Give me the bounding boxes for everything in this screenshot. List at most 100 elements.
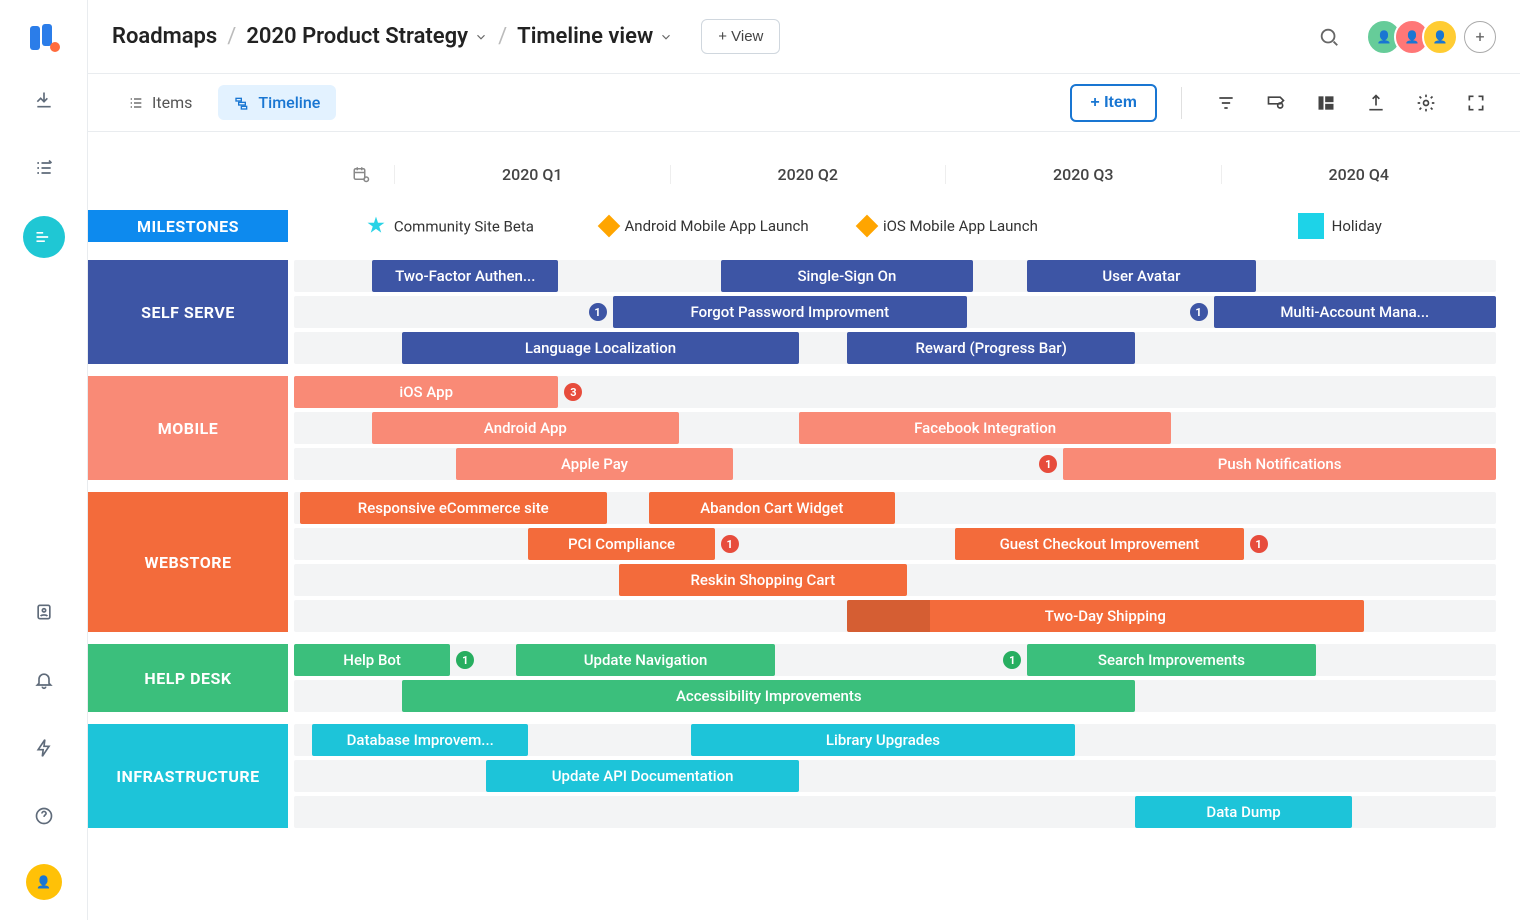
bar-label: User Avatar [1102, 267, 1180, 285]
tab-items-label: Items [152, 93, 192, 112]
swimlane: INFRASTRUCTUREDatabase Improvem...Librar… [88, 724, 1496, 828]
export-icon[interactable] [1366, 93, 1386, 113]
timeline-bar[interactable]: PCI Compliance [528, 528, 714, 560]
timeline-bar[interactable]: Apple Pay [456, 448, 732, 480]
timeline-bar[interactable]: Responsive eCommerce site [300, 492, 607, 524]
filter-icon[interactable] [1216, 93, 1236, 113]
add-view-button[interactable]: + View [701, 19, 780, 54]
quarter-header: 2020 Q3 [945, 165, 1221, 184]
bar-label: Apple Pay [561, 455, 628, 473]
bar-label: Single-Sign On [797, 267, 896, 285]
timeline-bar[interactable]: Two-Factor Authen... [372, 260, 558, 292]
breadcrumb-doc[interactable]: 2020 Product Strategy [246, 24, 488, 49]
tab-items[interactable]: Items [112, 85, 208, 120]
bar-label: Reskin Shopping Cart [690, 571, 835, 589]
timeline-bar[interactable]: Forgot Password Improvment [613, 296, 968, 328]
timeline-bar[interactable]: Single-Sign On [721, 260, 973, 292]
bar-label: Multi-Account Mana... [1280, 303, 1429, 321]
contacts-icon[interactable] [24, 592, 64, 632]
timeline-bar[interactable]: iOS App [294, 376, 558, 408]
timeline-bar[interactable]: Database Improvem... [312, 724, 528, 756]
breadcrumb-view[interactable]: Timeline view [517, 24, 673, 49]
bar-label: Reward (Progress Bar) [915, 339, 1066, 357]
timeline-bar[interactable]: Accessibility Improvements [402, 680, 1135, 712]
timeline-bar[interactable]: Update API Documentation [486, 760, 799, 792]
timeline-bar[interactable]: Search Improvements [1027, 644, 1315, 676]
timeline-canvas: 2020 Q12020 Q22020 Q32020 Q4 MILESTONES … [88, 132, 1520, 920]
milestone-item[interactable]: iOS Mobile App Launch [859, 217, 1038, 235]
milestone-item[interactable]: Holiday [1298, 213, 1382, 239]
add-collaborator-button[interactable]: + [1464, 21, 1496, 53]
count-badge: 1 [1250, 535, 1268, 553]
milestone-item[interactable]: Android Mobile App Launch [601, 217, 809, 235]
bar-label: Two-Day Shipping [1045, 607, 1166, 625]
current-user-avatar[interactable]: 👤 [26, 864, 62, 900]
count-badge: 1 [721, 535, 739, 553]
tab-timeline[interactable]: Timeline [218, 85, 336, 120]
bolt-icon[interactable] [24, 728, 64, 768]
count-badge: 1 [589, 303, 607, 321]
app-logo[interactable] [30, 24, 58, 52]
bar-label: Responsive eCommerce site [358, 499, 549, 517]
breadcrumb-separator: / [498, 24, 507, 49]
roadmap-icon[interactable] [23, 216, 65, 258]
lane-label: MOBILE [88, 376, 288, 480]
avatar[interactable]: 👤 [1422, 19, 1458, 55]
list-icon [128, 95, 144, 111]
timeline-bar[interactable]: Library Upgrades [691, 724, 1076, 756]
layout-icon[interactable] [1316, 93, 1336, 113]
add-item-button[interactable]: + Item [1070, 84, 1157, 122]
help-icon[interactable] [24, 796, 64, 836]
timeline-bar[interactable]: Android App [372, 412, 679, 444]
timeline-bar[interactable]: Multi-Account Mana... [1214, 296, 1496, 328]
lane-body: iOS App 3 Android App Facebook Integration A… [294, 376, 1496, 480]
bar-label: Facebook Integration [914, 419, 1056, 437]
bar-label: Language Localization [525, 339, 676, 357]
count-badge: 1 [1039, 455, 1057, 473]
lane-label: SELF SERVE [88, 260, 288, 364]
timeline-header: 2020 Q12020 Q22020 Q32020 Q4 [88, 156, 1496, 192]
inbox-icon[interactable] [24, 80, 64, 120]
fullscreen-icon[interactable] [1466, 93, 1486, 113]
timeline-bar[interactable]: Reward (Progress Bar) [847, 332, 1135, 364]
tab-timeline-label: Timeline [258, 93, 320, 112]
breadcrumb-separator: / [227, 24, 236, 49]
milestone-label: Community Site Beta [394, 217, 534, 235]
bar-label: Push Notifications [1218, 455, 1342, 473]
search-icon[interactable] [1318, 26, 1340, 48]
calendar-settings-icon[interactable] [352, 165, 370, 183]
track: PCI Compliance 1 Guest Checkout Improvemen… [294, 528, 1496, 560]
timeline-bar[interactable]: Update Navigation [516, 644, 774, 676]
timeline-bar[interactable]: Guest Checkout Improvement [955, 528, 1243, 560]
timeline-bar[interactable]: Reskin Shopping Cart [619, 564, 907, 596]
timeline-bar[interactable]: Facebook Integration [799, 412, 1172, 444]
count-badge: 3 [564, 383, 582, 401]
notifications-icon[interactable] [24, 660, 64, 700]
swimlane: MOBILEiOS App 3 Android App Facebook Integr… [88, 376, 1496, 480]
bar-label: Data Dump [1206, 803, 1280, 821]
bar-label: Update API Documentation [552, 767, 734, 785]
timeline-icon [234, 95, 250, 111]
timeline-bar[interactable]: Help Bot [294, 644, 450, 676]
timeline-bar[interactable]: Data Dump [1135, 796, 1351, 828]
breadcrumb-root[interactable]: Roadmaps [112, 24, 217, 49]
lane-body: Two-Factor Authen... Single-Sign On User A… [294, 260, 1496, 364]
bar-label: Library Upgrades [826, 731, 940, 749]
bar-label: Database Improvem... [347, 731, 494, 749]
track: Language Localization Reward (Progress Ba… [294, 332, 1496, 364]
milestone-item[interactable]: ★Community Site Beta [366, 214, 534, 239]
bar-label: Two-Factor Authen... [395, 267, 535, 285]
timeline-bar[interactable]: Two-Day Shipping [847, 600, 1364, 632]
list-check-icon[interactable] [24, 148, 64, 188]
timeline-bar[interactable]: Push Notifications [1063, 448, 1496, 480]
tag-icon[interactable] [1266, 93, 1286, 113]
gear-icon[interactable] [1416, 93, 1436, 113]
lane-body: Responsive eCommerce site Abandon Cart Wi… [294, 492, 1496, 632]
diamond-icon [597, 215, 620, 238]
timeline-bar[interactable]: User Avatar [1027, 260, 1255, 292]
track: iOS App 3 [294, 376, 1496, 408]
timeline-bar[interactable]: Abandon Cart Widget [649, 492, 895, 524]
lane-body: Help Bot1Update NavigationSearch Improve… [294, 644, 1496, 712]
timeline-bar[interactable]: Language Localization [402, 332, 799, 364]
chevron-down-icon [474, 30, 488, 44]
